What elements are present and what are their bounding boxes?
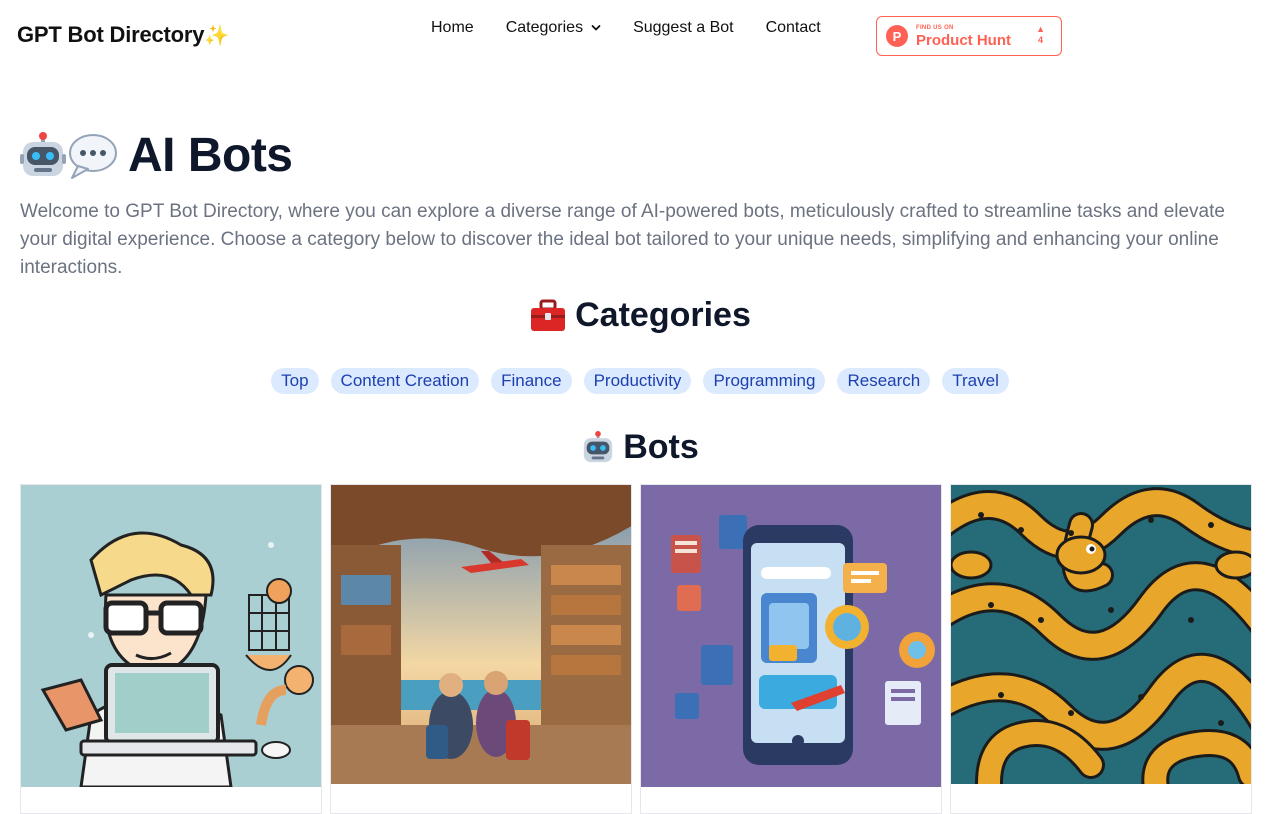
bot-card-image	[951, 485, 1251, 784]
bots-heading-text: Bots	[623, 428, 699, 466]
upvote-count: 4	[1038, 35, 1044, 45]
category-chip-productivity[interactable]: Productivity	[583, 368, 692, 394]
upvote-arrow-icon: ▲	[1036, 24, 1045, 34]
bot-card-image	[331, 485, 631, 784]
upvote-counter: ▲ 4	[1036, 24, 1045, 46]
bot-card[interactable]	[640, 484, 942, 814]
page-title-text: AI Bots	[128, 129, 293, 182]
nav-home-label: Home	[431, 19, 474, 36]
top-navbar: GPT Bot Directory✨ Home Categories Sugge…	[0, 0, 1280, 72]
categories-heading-text: Categories	[575, 296, 751, 334]
category-chip-travel[interactable]: Travel	[942, 368, 1009, 394]
product-hunt-badge[interactable]: P FIND US ON Product Hunt ▲ 4	[876, 16, 1062, 56]
robot-icon	[581, 430, 615, 465]
sparkles-icon: ✨	[204, 25, 229, 47]
nav-links: Home Categories Suggest a Bot Contact	[431, 19, 853, 37]
speech-bubble-icon	[68, 132, 118, 180]
category-chip-research[interactable]: Research	[837, 368, 931, 394]
nav-suggest-label: Suggest a Bot	[633, 19, 734, 36]
nav-suggest-link[interactable]: Suggest a Bot	[633, 19, 734, 37]
nav-categories-label: Categories	[505, 19, 584, 36]
brand-name: GPT Bot Directory	[17, 22, 205, 47]
page-title: AI Bots	[20, 128, 293, 183]
nav-contact-label: Contact	[765, 19, 821, 36]
robot-icon	[20, 131, 66, 180]
bot-cards	[20, 484, 1260, 814]
product-hunt-logo-icon: P	[886, 25, 908, 47]
chevron-down-icon	[591, 23, 601, 33]
category-chip-finance[interactable]: Finance	[491, 368, 572, 394]
category-chip-content-creation[interactable]: Content Creation	[330, 368, 480, 394]
bot-card[interactable]	[330, 484, 632, 814]
category-chip-programming[interactable]: Programming	[703, 368, 826, 394]
bot-card[interactable]	[950, 484, 1252, 814]
product-hunt-label: Product Hunt	[916, 31, 1011, 49]
category-chip-top[interactable]: Top	[271, 368, 319, 394]
bot-card-image	[21, 485, 321, 787]
toolbox-icon	[529, 299, 567, 333]
nav-contact-link[interactable]: Contact	[766, 19, 821, 37]
nav-home-link[interactable]: Home	[431, 19, 474, 37]
category-chips: Top Content Creation Finance Productivit…	[0, 368, 1280, 394]
categories-heading: Categories	[0, 296, 1280, 335]
bot-card-image	[641, 485, 941, 787]
site-brand[interactable]: GPT Bot Directory✨	[17, 22, 229, 48]
bots-heading: Bots	[0, 428, 1280, 467]
product-hunt-small-text: FIND US ON	[916, 24, 954, 31]
page-description: Welcome to GPT Bot Directory, where you …	[20, 201, 1225, 278]
nav-categories-dropdown[interactable]: Categories	[506, 19, 601, 37]
bot-card[interactable]	[20, 484, 322, 814]
